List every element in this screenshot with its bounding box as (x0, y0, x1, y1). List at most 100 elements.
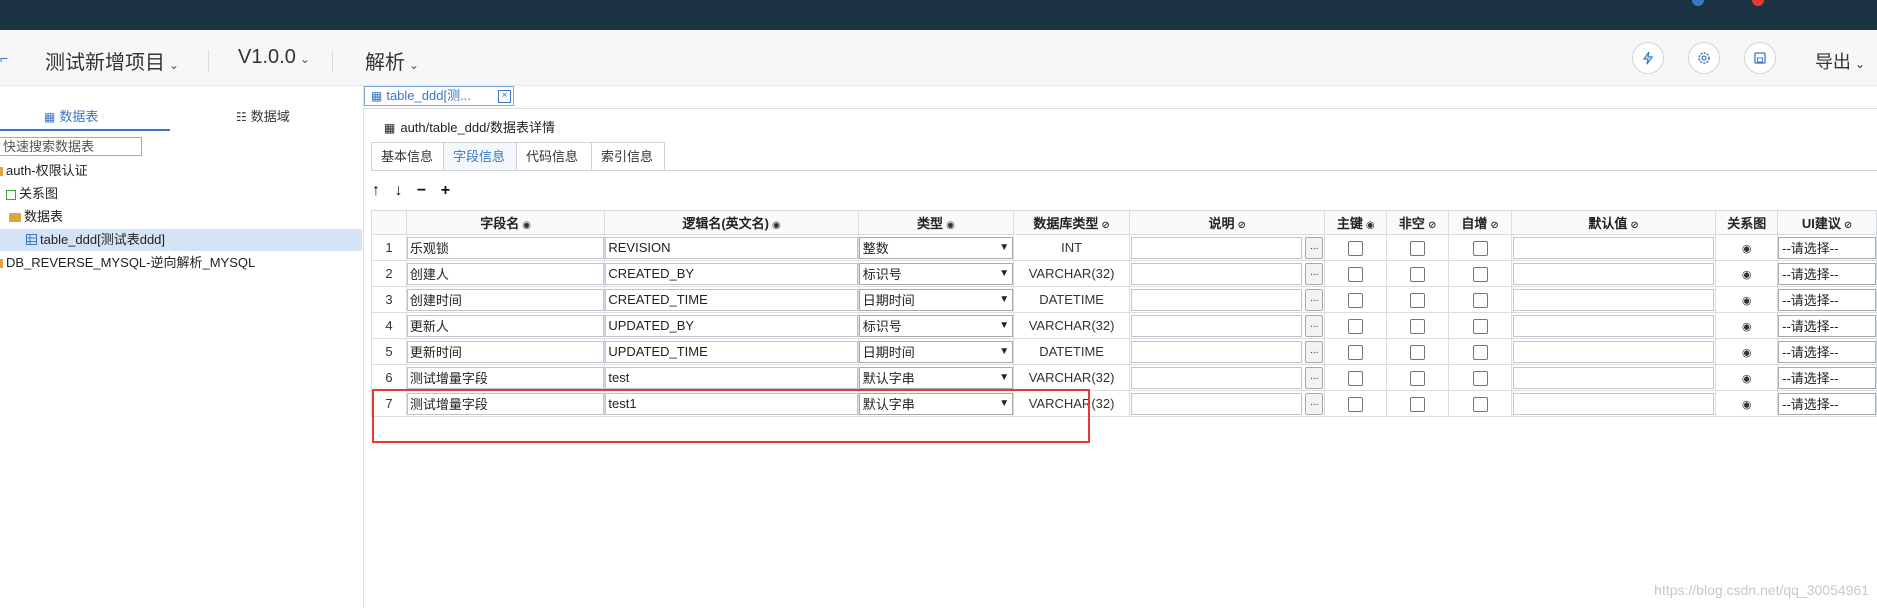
ui-suggestion-select[interactable]: --请选择-- (1778, 340, 1876, 363)
default-value-input[interactable] (1512, 262, 1715, 285)
description-more-button[interactable]: ... (1305, 314, 1324, 337)
primary-key-checkbox[interactable] (1348, 266, 1364, 282)
auto-increment-checkbox[interactable] (1472, 344, 1488, 360)
ui-suggestion-select[interactable]: --请选择-- (1778, 236, 1876, 259)
column-header-type[interactable]: 类型 ◉ (857, 210, 1015, 235)
column-header-desc[interactable]: 说明 ⊘ (1129, 210, 1326, 235)
ui-suggestion-select[interactable]: --请选择-- (1778, 262, 1876, 285)
eye-slash-icon[interactable]: ⊘ (1237, 220, 1245, 231)
tab-basic-info[interactable]: 基本信息 (371, 142, 444, 170)
auto-increment-checkbox[interactable] (1472, 396, 1488, 412)
eye-icon[interactable]: ◉ (1742, 347, 1752, 359)
description-more-button[interactable]: ... (1305, 340, 1324, 363)
auto-increment-checkbox[interactable] (1472, 292, 1488, 308)
field-name-input[interactable]: 创建人 (406, 262, 605, 285)
column-header-name[interactable]: 字段名 ◉ (405, 210, 606, 235)
eye-slash-icon[interactable]: ⊘ (1490, 220, 1498, 231)
eye-icon[interactable]: ◉ (1742, 269, 1752, 281)
field-name-input[interactable]: 创建时间 (406, 288, 605, 311)
settings-button[interactable] (1688, 42, 1720, 74)
default-value-input[interactable] (1512, 236, 1715, 259)
eye-icon[interactable]: ◉ (1366, 220, 1375, 231)
export-dropdown[interactable]: 导出 ⌄ (1815, 48, 1865, 74)
tree-item-db-reverse[interactable]: DB_REVERSE_MYSQL-逆向解析_MYSQL (0, 252, 255, 274)
remove-field-button[interactable]: − (417, 182, 426, 199)
ui-suggestion-select[interactable]: --请选择-- (1778, 366, 1876, 389)
field-code-input[interactable]: CREATED_TIME (605, 288, 858, 311)
column-header-autoinc[interactable]: 自增 ⊘ (1448, 210, 1512, 235)
description-more-button[interactable]: ... (1305, 392, 1324, 415)
field-code-input[interactable]: test (605, 366, 858, 389)
column-header-code[interactable]: 逻辑名(英文名) ◉ (604, 210, 859, 235)
tab-index-info[interactable]: 索引信息 (591, 142, 665, 170)
eye-icon[interactable]: ◉ (522, 220, 531, 231)
not-null-checkbox[interactable] (1410, 370, 1426, 386)
table-search-input[interactable]: 快速搜索数据表 (0, 137, 142, 156)
field-name-input[interactable]: 更新时间 (406, 340, 605, 363)
tree-item-auth[interactable]: auth-权限认证 (0, 160, 88, 182)
primary-key-checkbox[interactable] (1348, 370, 1364, 386)
description-more-button[interactable]: ... (1305, 236, 1324, 259)
field-type-select[interactable]: 日期时间 ▼ (858, 288, 1014, 311)
not-null-checkbox[interactable] (1410, 266, 1426, 282)
tab-code-info[interactable]: 代码信息 (516, 142, 592, 170)
auto-increment-checkbox[interactable] (1472, 318, 1488, 334)
field-type-select[interactable]: 标识号 ▼ (858, 314, 1014, 337)
description-more-button[interactable]: ... (1305, 288, 1324, 311)
add-field-button[interactable]: + (441, 182, 450, 199)
column-header-ui[interactable]: UI建议 ⊘ (1777, 210, 1877, 235)
eye-icon[interactable]: ◉ (1742, 373, 1752, 385)
ui-suggestion-select[interactable]: --请选择-- (1778, 392, 1876, 415)
menu-toggle-icon[interactable]: ⌐ (0, 50, 8, 66)
field-code-input[interactable]: CREATED_BY (605, 262, 858, 285)
eye-slash-icon[interactable]: ⊘ (1844, 220, 1852, 231)
field-type-select[interactable]: 默认字串 ▼ (858, 392, 1014, 415)
auto-increment-checkbox[interactable] (1472, 266, 1488, 282)
not-null-checkbox[interactable] (1410, 292, 1426, 308)
field-code-input[interactable]: REVISION (605, 236, 858, 259)
field-code-input[interactable]: test1 (605, 392, 858, 415)
eye-icon[interactable]: ◉ (1742, 399, 1752, 411)
default-value-input[interactable] (1512, 392, 1715, 415)
description-input[interactable] (1131, 314, 1303, 337)
column-header-notnull[interactable]: 非空 ⊘ (1386, 210, 1450, 235)
default-value-input[interactable] (1512, 288, 1715, 311)
doc-tab-table-ddd[interactable]: ▦ table_ddd[测... × (364, 86, 514, 106)
parse-dropdown[interactable]: 解析 ⌄ (365, 46, 419, 75)
auto-increment-checkbox[interactable] (1472, 370, 1488, 386)
tab-field-info[interactable]: 字段信息 (443, 142, 517, 170)
description-input[interactable] (1131, 366, 1303, 389)
field-type-select[interactable]: 标识号 ▼ (858, 262, 1014, 285)
primary-key-checkbox[interactable] (1348, 292, 1364, 308)
field-type-select[interactable]: 日期时间 ▼ (858, 340, 1014, 363)
version-dropdown[interactable]: V1.0.0 ⌄ (238, 46, 310, 69)
not-null-checkbox[interactable] (1410, 240, 1426, 256)
primary-key-checkbox[interactable] (1348, 396, 1364, 412)
auto-increment-checkbox[interactable] (1472, 240, 1488, 256)
primary-key-checkbox[interactable] (1348, 240, 1364, 256)
sidebar-tab-tables[interactable]: ▦ 数据表 (44, 106, 98, 125)
description-input[interactable] (1131, 236, 1303, 259)
field-name-input[interactable]: 乐观锁 (406, 236, 605, 259)
field-name-input[interactable]: 更新人 (406, 314, 605, 337)
default-value-input[interactable] (1512, 314, 1715, 337)
eye-icon[interactable]: ◉ (946, 220, 955, 231)
notification-icon[interactable] (1692, 0, 1704, 6)
field-name-input[interactable]: 测试增量字段 (406, 366, 605, 389)
not-null-checkbox[interactable] (1410, 396, 1426, 412)
field-code-input[interactable]: UPDATED_BY (605, 314, 858, 337)
description-input[interactable] (1131, 392, 1303, 415)
project-dropdown[interactable]: 测试新增项目 ⌄ (45, 46, 179, 75)
description-input[interactable] (1131, 262, 1303, 285)
tree-item-table-ddd[interactable]: table_ddd[测试表ddd] (0, 229, 362, 251)
ui-suggestion-select[interactable]: --请选择-- (1778, 288, 1876, 311)
field-type-select[interactable]: 默认字串 ▼ (858, 366, 1014, 389)
description-input[interactable] (1131, 288, 1303, 311)
eye-slash-icon[interactable]: ⊘ (1101, 220, 1109, 231)
description-more-button[interactable]: ... (1305, 262, 1324, 285)
description-more-button[interactable]: ... (1305, 366, 1324, 389)
not-null-checkbox[interactable] (1410, 344, 1426, 360)
lightning-button[interactable] (1632, 42, 1664, 74)
description-input[interactable] (1131, 340, 1303, 363)
field-name-input[interactable]: 测试增量字段 (406, 392, 605, 415)
